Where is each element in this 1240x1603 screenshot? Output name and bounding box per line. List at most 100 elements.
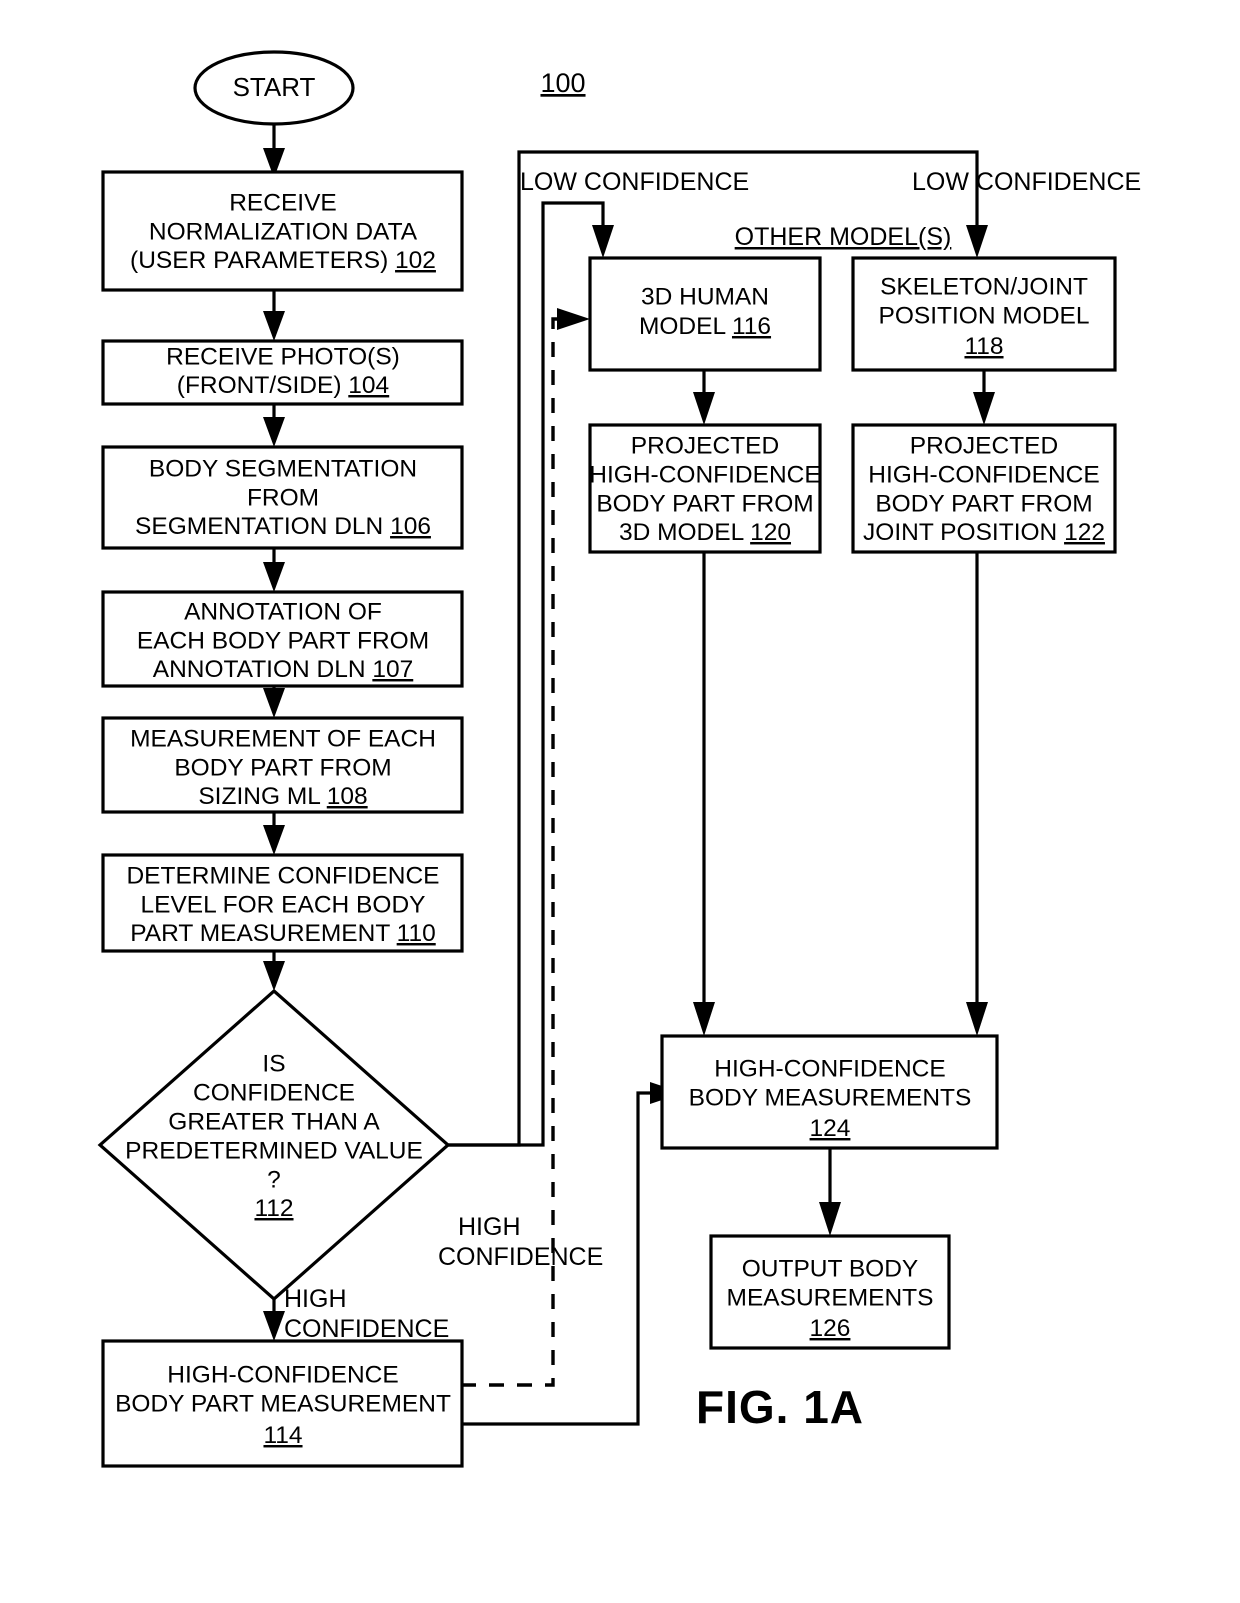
node-122-ref: 122: [1064, 519, 1105, 546]
node-110-line-1: DETERMINE CONFIDENCE: [126, 862, 439, 889]
edge-label-high-confidence-down: HIGH CONFIDENCE: [284, 1285, 449, 1343]
node-104-ref: 104: [348, 372, 389, 399]
node-108-line-3: SIZING ML 108: [198, 783, 367, 810]
node-120-line-4: 3D MODEL 120: [619, 519, 791, 546]
node-126-ref: 126: [810, 1315, 851, 1342]
node-106-line-1: BODY SEGMENTATION: [149, 455, 417, 482]
node-110-determine-confidence-level[interactable]: DETERMINE CONFIDENCE LEVEL FOR EACH BODY…: [101, 853, 464, 953]
node-126-line-3: 126: [810, 1315, 851, 1342]
edge-label-low-confidence-left: LOW CONFIDENCE: [520, 168, 749, 196]
node-124-line-2: BODY MEASUREMENTS: [689, 1084, 972, 1111]
node-106-line-3: SEGMENTATION DLN 106: [135, 513, 431, 540]
node-118-line-1: SKELETON/JOINT: [880, 273, 1088, 300]
node-107-line-2: EACH BODY PART FROM: [137, 627, 429, 654]
node-120-projected-body-part-from-3d-model[interactable]: PROJECTED HIGH-CONFIDENCE BODY PART FROM…: [588, 423, 822, 554]
connector-102-to-104: [263, 290, 285, 341]
node-102-line-3: (USER PARAMETERS) 102: [130, 247, 436, 274]
connector-start-to-102: [263, 123, 285, 178]
node-107-line-3: ANNOTATION DLN 107: [153, 656, 414, 683]
node-120-ref: 120: [750, 519, 791, 546]
node-110-ref: 110: [397, 920, 436, 947]
connector-110-to-112: [263, 951, 285, 991]
node-122-line-4: JOINT POSITION 122: [863, 519, 1105, 546]
node-126-output-body-measurements[interactable]: OUTPUT BODY MEASUREMENTS 126: [709, 1234, 951, 1350]
node-122-line-1: PROJECTED: [910, 432, 1058, 459]
node-106-line-2: FROM: [247, 484, 319, 511]
node-124-ref: 124: [810, 1115, 851, 1142]
node-112-line-5: ?: [267, 1166, 281, 1193]
patent-figure-1a: 100 LOW CONFIDENCE LOW CONFIDENCE OTHER …: [0, 0, 1240, 1603]
connector-104-to-106: [263, 404, 285, 447]
node-122-line-3: BODY PART FROM: [875, 490, 1092, 517]
svg-text:CONFIDENCE: CONFIDENCE: [284, 1315, 449, 1343]
connector-112-to-114-high-confidence: [263, 1298, 285, 1341]
figure-caption: FIG. 1A: [696, 1381, 864, 1433]
edge-label-high-confidence-right: HIGH CONFIDENCE: [438, 1213, 603, 1271]
svg-text:HIGH: HIGH: [458, 1213, 521, 1241]
node-114-line-2: BODY PART MEASUREMENT: [115, 1390, 451, 1417]
node-104-line-1: RECEIVE PHOTO(S): [166, 343, 400, 370]
node-114-ref: 114: [263, 1422, 302, 1449]
node-108-ref: 108: [327, 783, 368, 810]
node-106-ref: 106: [390, 513, 431, 540]
node-108-line-1: MEASUREMENT OF EACH: [130, 725, 436, 752]
node-116-line-1: 3D HUMAN: [641, 283, 769, 310]
node-126-line-2: MEASUREMENTS: [727, 1284, 934, 1311]
node-124-high-confidence-body-measurements[interactable]: HIGH-CONFIDENCE BODY MEASUREMENTS 124: [660, 1034, 999, 1150]
node-102-ref: 102: [395, 247, 436, 274]
node-118-line-2: POSITION MODEL: [878, 302, 1089, 329]
node-112-ref: 112: [254, 1195, 293, 1222]
node-112-line-3: GREATER THAN A: [168, 1108, 380, 1135]
edge-label-low-confidence-right: LOW CONFIDENCE: [912, 168, 1141, 196]
connector-124-to-126: [819, 1148, 841, 1236]
node-112-confidence-decision[interactable]: IS CONFIDENCE GREATER THAN A PREDETERMIN…: [97, 988, 451, 1302]
node-116-ref: 116: [732, 313, 771, 340]
node-122-line-2: HIGH-CONFIDENCE: [868, 461, 1099, 488]
node-120-line-2: HIGH-CONFIDENCE: [589, 461, 820, 488]
node-122-projected-body-part-from-joint-position[interactable]: PROJECTED HIGH-CONFIDENCE BODY PART FROM…: [851, 423, 1117, 554]
node-107-ref: 107: [372, 656, 413, 683]
figure-number: 100: [540, 68, 585, 98]
node-116-3d-human-model[interactable]: 3D HUMAN MODEL 116: [588, 256, 822, 372]
svg-text:HIGH: HIGH: [284, 1285, 347, 1313]
node-118-ref: 118: [964, 333, 1003, 360]
node-126-line-1: OUTPUT BODY: [742, 1255, 919, 1282]
connector-116-to-120: [693, 370, 715, 425]
connector-122-to-124: [966, 552, 988, 1036]
connector-108-to-110: [263, 812, 285, 855]
node-104-line-2: (FRONT/SIDE) 104: [177, 372, 389, 399]
node-102-receive-normalization-data[interactable]: RECEIVE NORMALIZATION DATA (USER PARAMET…: [101, 170, 464, 292]
node-114-high-confidence-body-part-measurement[interactable]: HIGH-CONFIDENCE BODY PART MEASUREMENT 11…: [101, 1339, 464, 1468]
svg-text:CONFIDENCE: CONFIDENCE: [438, 1243, 603, 1271]
node-108-line-2: BODY PART FROM: [174, 754, 391, 781]
node-112-line-6: 112: [254, 1195, 293, 1222]
node-112-line-2: CONFIDENCE: [193, 1079, 355, 1106]
connector-118-to-122: [973, 370, 995, 425]
node-114-line-1: HIGH-CONFIDENCE: [167, 1361, 398, 1388]
node-102-line-1: RECEIVE: [229, 189, 337, 216]
node-107-annotation-of-body-parts[interactable]: ANNOTATION OF EACH BODY PART FROM ANNOTA…: [101, 590, 464, 688]
connector-120-to-124: [693, 552, 715, 1036]
node-104-receive-photos[interactable]: RECEIVE PHOTO(S) (FRONT/SIDE) 104: [101, 339, 464, 406]
connector-107-to-108: [263, 686, 285, 718]
node-124-line-1: HIGH-CONFIDENCE: [714, 1055, 945, 1082]
node-108-measurement-of-body-parts[interactable]: MEASUREMENT OF EACH BODY PART FROM SIZIN…: [101, 716, 464, 814]
node-120-line-1: PROJECTED: [631, 432, 779, 459]
node-102-line-2: NORMALIZATION DATA: [149, 218, 418, 245]
node-118-line-3: 118: [964, 333, 1003, 360]
node-124-line-3: 124: [810, 1115, 851, 1142]
node-107-line-1: ANNOTATION OF: [184, 598, 382, 625]
group-label-other-models: OTHER MODEL(S): [735, 223, 952, 251]
node-118-skeleton-joint-position-model[interactable]: SKELETON/JOINT POSITION MODEL 118: [851, 256, 1117, 372]
node-start[interactable]: START: [193, 50, 355, 126]
start-label: START: [233, 72, 316, 102]
node-116-line-2: MODEL 116: [639, 313, 771, 340]
node-112-line-1: IS: [262, 1050, 285, 1077]
flowchart-canvas: 100 LOW CONFIDENCE LOW CONFIDENCE OTHER …: [97, 50, 1141, 1468]
node-114-line-3: 114: [263, 1422, 302, 1449]
node-112-line-4: PREDETERMINED VALUE: [125, 1137, 423, 1164]
node-110-line-2: LEVEL FOR EACH BODY: [140, 891, 425, 918]
node-106-body-segmentation[interactable]: BODY SEGMENTATION FROM SEGMENTATION DLN …: [101, 445, 464, 550]
node-120-line-3: BODY PART FROM: [596, 490, 813, 517]
connector-106-to-107: [263, 548, 285, 592]
